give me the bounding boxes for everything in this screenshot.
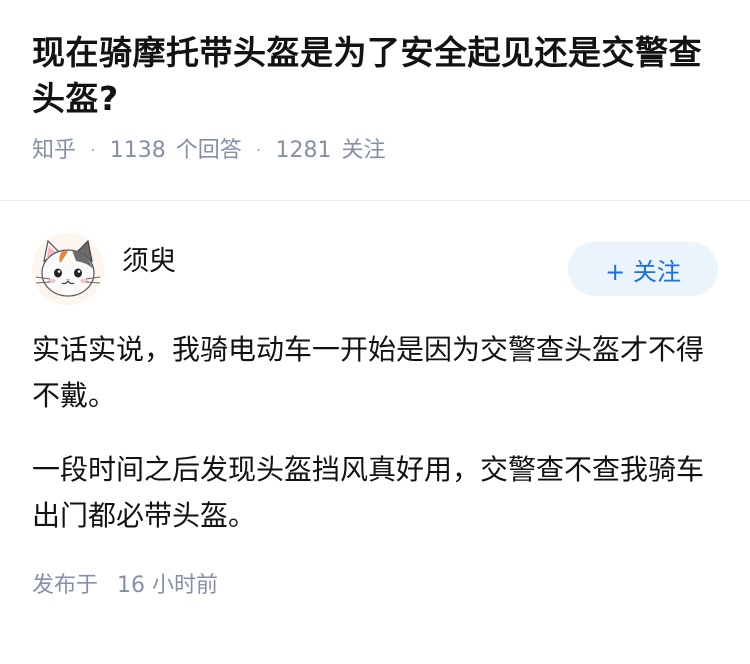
answer-paragraph: 实话实说，我骑电动车一开始是因为交警查头盔才不得不戴。 [32, 333, 705, 412]
follow-author-button[interactable]: + 关注 [568, 242, 718, 296]
author-name[interactable]: 须臾 [122, 239, 176, 278]
answer-paragraph: 一段时间之后发现头盔挡风真好用，交警查不查我骑车出门都必带头盔。 [32, 453, 705, 532]
published-time: 16 小时前 [117, 573, 219, 598]
follow-button-label: + 关注 [605, 257, 681, 286]
follow-count-label[interactable]: 关注 [342, 136, 386, 166]
publish-info: 发布于 16 小时前 [32, 567, 718, 599]
question-title[interactable]: 现在骑摩托带头盔是为了安全起见还是交警查头盔? [32, 30, 718, 122]
answer-card: 须臾 + 关注 实话实说，我骑电动车一开始是因为交警查头盔才不得不戴。 一段时间… [0, 233, 750, 599]
cat-avatar-icon[interactable] [32, 233, 104, 305]
meta-separator: · [90, 140, 96, 161]
answer-content: 实话实说，我骑电动车一开始是因为交警查头盔才不得不戴。 一段时间之后发现头盔挡风… [32, 327, 718, 539]
answer-count-label[interactable]: 个回答 [176, 136, 242, 166]
answer-count: 1138 [109, 138, 166, 163]
follow-count: 1281 [275, 138, 332, 163]
published-label: 发布于 [32, 573, 99, 598]
question-header: 现在骑摩托带头盔是为了安全起见还是交警查头盔? 知乎 · 1138 个回答 · … [0, 0, 750, 170]
question-meta: 知乎 · 1138 个回答 · 1281 关注 [32, 136, 718, 166]
source-label[interactable]: 知乎 [32, 136, 76, 166]
meta-separator: · [255, 140, 262, 161]
section-divider [0, 200, 750, 201]
author-row: 须臾 + 关注 [32, 233, 718, 305]
